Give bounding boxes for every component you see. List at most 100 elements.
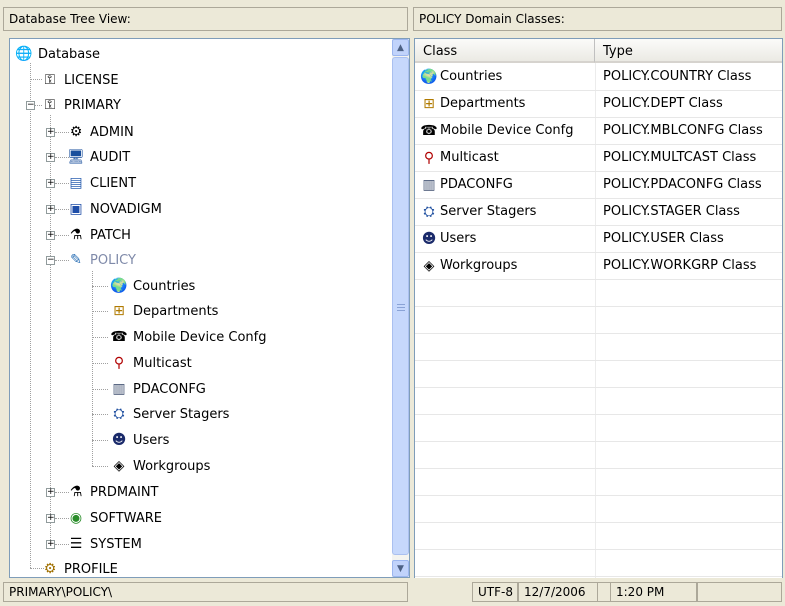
table-row[interactable]: ◈ Workgroups POLICY.WORKGRP Class (415, 252, 782, 280)
tree-line (92, 286, 108, 287)
tree-node-server-stagers[interactable]: ⛭ Server Stagers (109, 402, 229, 426)
tree-pane-title: Database Tree View: (9, 12, 131, 26)
class-name: Workgroups (440, 258, 518, 273)
tree-node-label: PRIMARY (64, 97, 121, 113)
tree-node-label: Countries (133, 278, 196, 294)
expander-novadigm[interactable]: + (46, 205, 55, 214)
table-row[interactable]: ⛭ Server Stagers POLICY.STAGER Class (415, 198, 782, 226)
table-row[interactable]: ⊞ Departments POLICY.DEPT Class (415, 90, 782, 118)
tree-node-workgroups[interactable]: ◈ Workgroups (109, 454, 211, 478)
cell-class: ⚲ Multicast (419, 144, 595, 171)
table-row[interactable]: ☎ Mobile Device Confg POLICY.MBLCONFG Cl… (415, 117, 782, 145)
table-row[interactable]: 🌍 Countries POLICY.COUNTRY Class (415, 63, 782, 91)
tree-node-label: POLICY (90, 252, 136, 268)
table-row[interactable]: ☻ Users POLICY.USER Class (415, 225, 782, 253)
admin-icon: ⚙ (69, 124, 83, 140)
primary-folder-icon: ⚿ (44, 97, 56, 113)
tree-node-label: SYSTEM (90, 536, 142, 552)
class-type: POLICY.MBLCONFG Class (603, 123, 763, 138)
expander-admin[interactable]: + (46, 128, 55, 137)
mobile-device-icon: ☎ (110, 329, 128, 345)
countries-globe-icon: 🌍 (110, 278, 128, 294)
tree-node-software[interactable]: ◉ SOFTWARE (66, 506, 162, 530)
tree-line (92, 389, 108, 390)
class-type: POLICY.WORKGRP Class (603, 258, 757, 273)
scroll-up-button[interactable]: ▲ (392, 39, 409, 56)
tree-vertical-scrollbar[interactable]: ▲ ▼ (392, 39, 409, 577)
class-type: POLICY.MULTCAST Class (603, 150, 757, 165)
expander-software[interactable]: + (46, 514, 55, 523)
cell-class: ⛭ Server Stagers (419, 198, 595, 225)
tree-node-client[interactable]: ▤ CLIENT (66, 171, 136, 195)
cell-class: ☎ Mobile Device Confg (419, 117, 595, 144)
tree-node-label: Server Stagers (133, 406, 230, 422)
tree-line (92, 440, 108, 441)
column-header-type[interactable]: Type (595, 39, 782, 63)
scroll-grip (397, 304, 405, 305)
domain-classes-list[interactable]: Class Type 🌍 Countries POLICY.COUNTRY Cl… (414, 38, 783, 579)
column-header-class[interactable]: Class (415, 39, 595, 63)
class-name: Countries (440, 69, 503, 84)
multicast-tower-icon: ⚲ (423, 149, 435, 166)
tree-line (30, 63, 31, 568)
expander-audit[interactable]: + (46, 153, 55, 162)
tree-node-users[interactable]: ☻ Users (109, 428, 170, 452)
database-tree-view[interactable]: − + + + + + − + + + 🌐 Database ⚿ LICENSE… (9, 38, 410, 578)
tree-node-countries[interactable]: 🌍 Countries (109, 274, 195, 298)
expander-policy[interactable]: − (46, 256, 55, 265)
tree-node-label: Users (133, 432, 170, 448)
status-date: 12/7/2006 (518, 582, 598, 602)
class-name: Users (440, 231, 477, 246)
class-type: POLICY.USER Class (603, 231, 724, 246)
cell-class: ☻ Users (419, 225, 595, 252)
scroll-grip (397, 307, 405, 308)
tree-node-policy[interactable]: ✎ POLICY (66, 248, 136, 272)
tree-node-primary[interactable]: ⚿ PRIMARY (40, 93, 121, 117)
tree-node-license[interactable]: ⚿ LICENSE (40, 68, 119, 92)
scroll-thumb[interactable] (392, 57, 409, 555)
table-row[interactable]: ▥ PDACONFG POLICY.PDACONFG Class (415, 171, 782, 199)
table-row[interactable]: ⚲ Multicast POLICY.MULTCAST Class (415, 144, 782, 172)
tree-node-audit[interactable]: 🖥 AUDIT (66, 145, 130, 169)
tree-node-label: PDACONFG (133, 381, 206, 397)
class-type: POLICY.COUNTRY Class (603, 69, 752, 84)
cell-class: ◈ Workgroups (419, 252, 595, 279)
tree-node-admin[interactable]: ⚙ ADMIN (66, 120, 134, 144)
empty-row (415, 549, 782, 577)
empty-row (415, 387, 782, 415)
tree-node-prdmaint[interactable]: ⚗ PRDMAINT (66, 480, 159, 504)
expander-client[interactable]: + (46, 179, 55, 188)
tree-line (92, 337, 108, 338)
expander-system[interactable]: + (46, 540, 55, 549)
expander-prdmaint[interactable]: + (46, 488, 55, 497)
chevron-down-icon: ▼ (397, 563, 404, 574)
tree-node-departments[interactable]: ⊞ Departments (109, 299, 218, 323)
column-header-label: Type (603, 44, 633, 59)
cell-class: ⊞ Departments (419, 90, 595, 117)
tree-node-profile[interactable]: ⚙ PROFILE (40, 557, 118, 577)
grid-pane-title: POLICY Domain Classes: (419, 12, 565, 26)
users-icon: ☻ (421, 230, 437, 247)
status-time: 1:20 PM (610, 582, 697, 602)
tree-node-system[interactable]: ☰ SYSTEM (66, 532, 142, 556)
expander-primary[interactable]: − (26, 101, 35, 110)
tree-node-label: PROFILE (64, 561, 118, 577)
tree-node-patch[interactable]: ⚗ PATCH (66, 223, 131, 247)
class-name: Mobile Device Confg (440, 123, 574, 138)
tree-node-novadigm[interactable]: ▣ NOVADIGM (66, 197, 161, 221)
tree-node-database[interactable]: 🌐 Database (14, 42, 100, 66)
tree-node-pdaconfg[interactable]: ▥ PDACONFG (109, 377, 206, 401)
tree-line (92, 466, 108, 467)
client-window-icon: ▤ (69, 175, 83, 191)
tree-node-mobile-device-confg[interactable]: ☎ Mobile Device Confg (109, 325, 266, 349)
tree-node-label: ADMIN (90, 124, 134, 140)
column-header-label: Class (423, 44, 458, 59)
expander-patch[interactable]: + (46, 231, 55, 240)
scroll-down-button[interactable]: ▼ (392, 560, 409, 577)
tree-line (92, 311, 108, 312)
status-spacer (598, 582, 610, 602)
software-disc-icon: ◉ (69, 510, 83, 526)
tree-node-multicast[interactable]: ⚲ Multicast (109, 351, 192, 375)
system-server-icon: ☰ (69, 536, 83, 552)
countries-globe-icon: 🌍 (420, 68, 438, 85)
